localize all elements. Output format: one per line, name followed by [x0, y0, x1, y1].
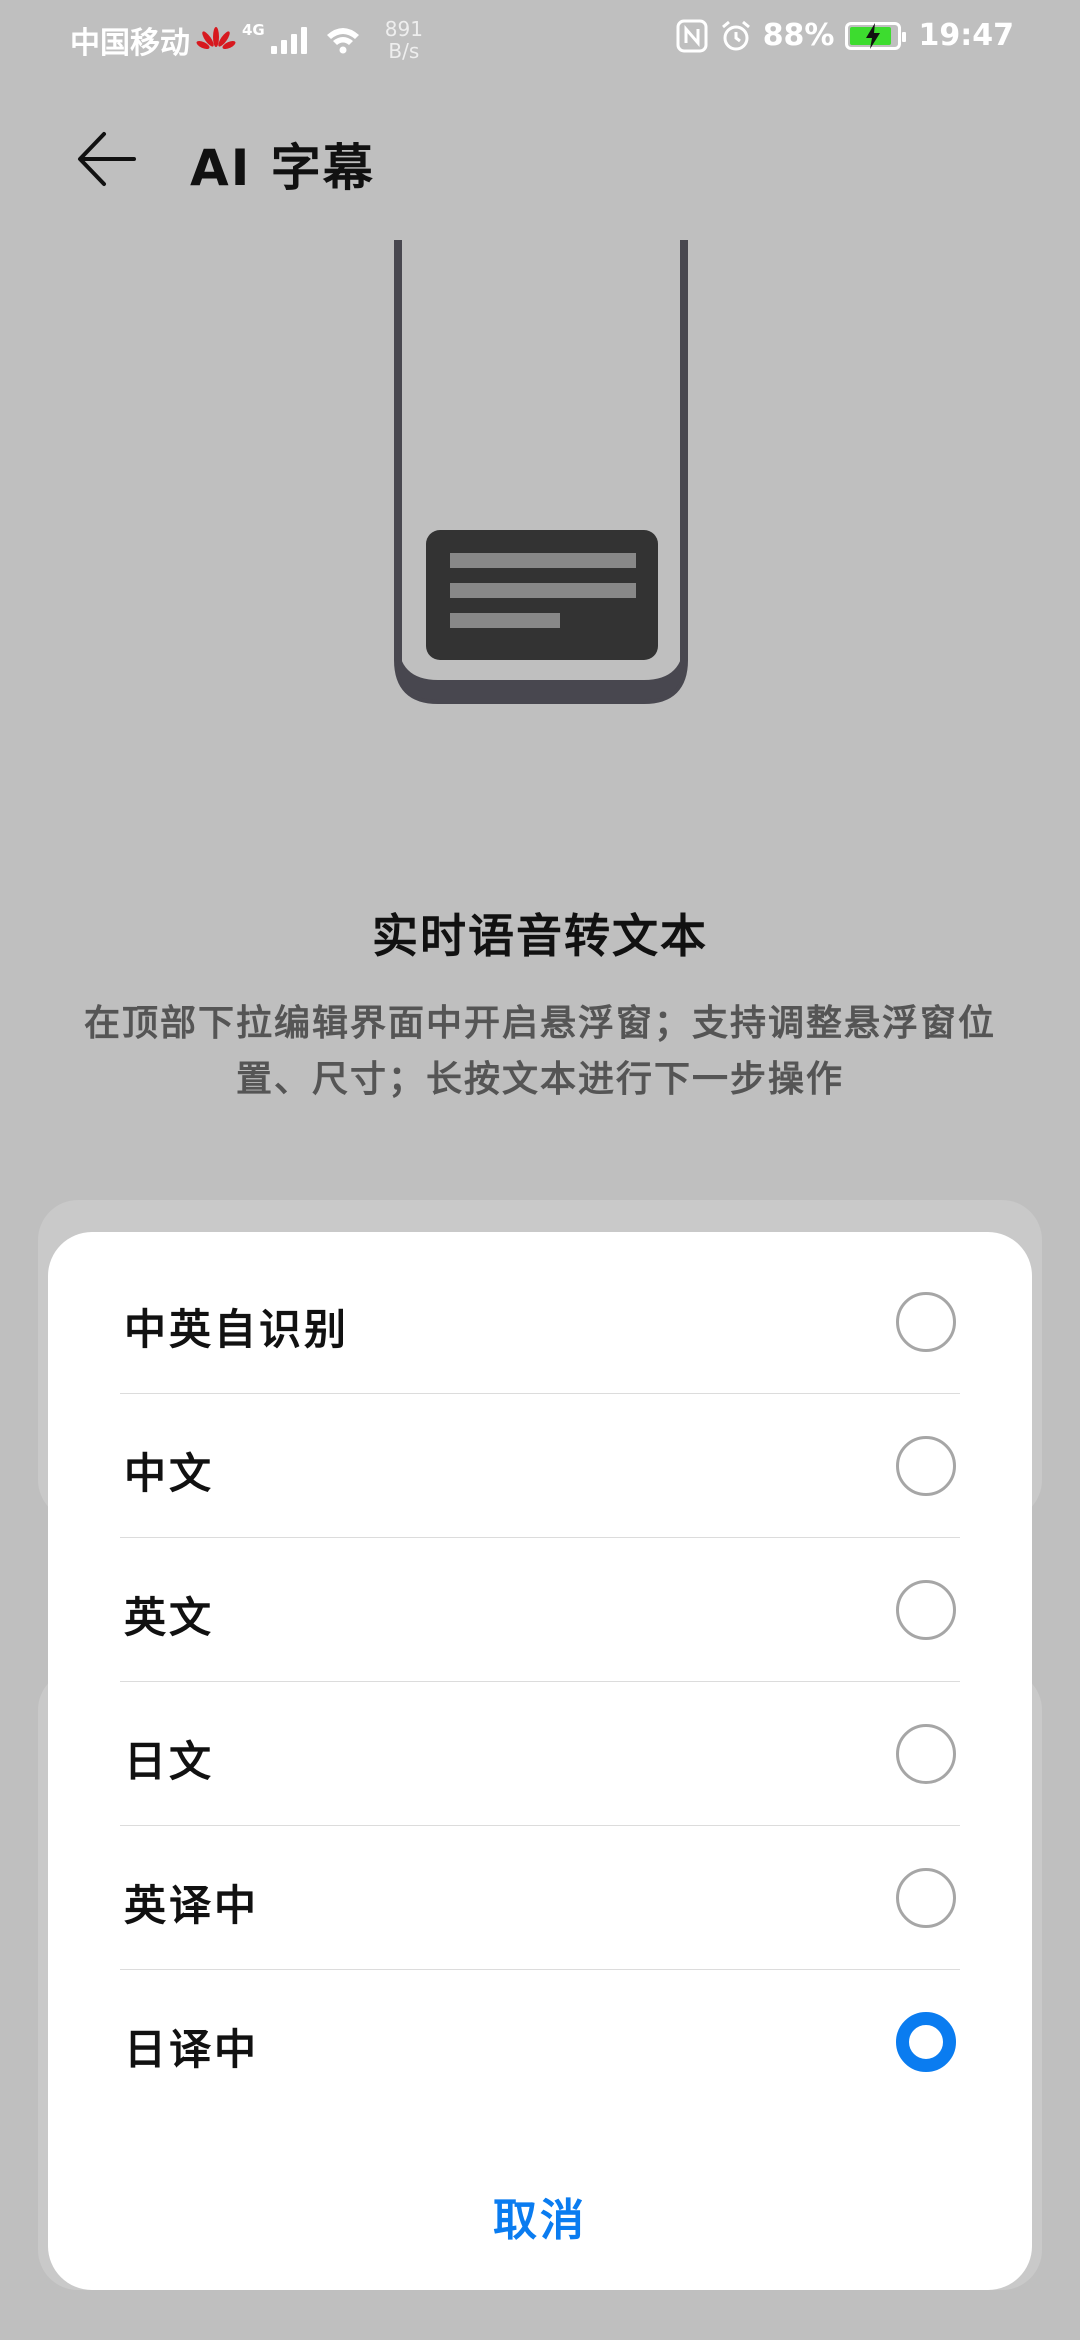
network-speed: 891 B/s	[385, 18, 423, 62]
option-label: 英文	[124, 1593, 215, 1642]
option-auto-detect[interactable]: 中英自识别	[120, 1250, 960, 1394]
option-japanese-to-chinese[interactable]: 日译中	[120, 1970, 960, 2114]
option-english-to-chinese[interactable]: 英译中	[120, 1826, 960, 1970]
speed-value: 891	[384, 17, 423, 41]
carrier-name: 中国移动	[70, 26, 190, 61]
page-title: AI 字幕	[190, 139, 375, 197]
option-label: 英译中	[124, 1881, 260, 1930]
option-label: 中文	[124, 1449, 215, 1498]
radio-button[interactable]	[896, 1436, 956, 1496]
radio-button[interactable]	[896, 1580, 956, 1640]
radio-button-selected[interactable]	[896, 2012, 956, 2072]
cancel-button[interactable]: 取消	[48, 2184, 1032, 2248]
alarm-icon	[721, 20, 750, 50]
language-selection-dialog: 中英自识别 中文 英文 日文 英译中 日译中 取消	[48, 1232, 1032, 2290]
speed-unit: B/s	[388, 39, 420, 63]
signal-strength-icon	[270, 26, 307, 54]
network-type: 4G	[242, 21, 265, 39]
radio-button[interactable]	[896, 1292, 956, 1352]
battery-percent: 88%	[762, 18, 835, 53]
radio-button[interactable]	[896, 1868, 956, 1928]
wifi-icon	[326, 28, 359, 54]
huawei-logo-icon	[196, 27, 236, 50]
feature-title: 实时语音转文本	[372, 909, 708, 963]
status-bar-right: 88% 19:47	[675, 18, 1014, 53]
option-label: 中英自识别	[124, 1305, 350, 1354]
back-arrow-icon[interactable]	[74, 126, 140, 192]
option-english[interactable]: 英文	[120, 1538, 960, 1682]
option-label: 日译中	[124, 2025, 260, 2074]
option-chinese[interactable]: 中文	[120, 1394, 960, 1538]
radio-button[interactable]	[896, 1724, 956, 1784]
status-bar: 中国移动 4G 891 B/s 88% 19:47	[0, 0, 1080, 80]
status-bar-left: 中国移动 4G 891 B/s	[70, 18, 423, 62]
option-label: 日文	[124, 1737, 215, 1786]
phone-subtitle-illustration	[394, 240, 688, 704]
nfc-icon	[676, 19, 708, 52]
feature-description: 在顶部下拉编辑界面中开启悬浮窗；支持调整悬浮窗位置、尺寸；长按文本进行下一步操作	[83, 1003, 996, 1100]
option-japanese[interactable]: 日文	[120, 1682, 960, 1826]
battery-icon	[844, 21, 906, 50]
clock: 19:47	[918, 18, 1015, 53]
